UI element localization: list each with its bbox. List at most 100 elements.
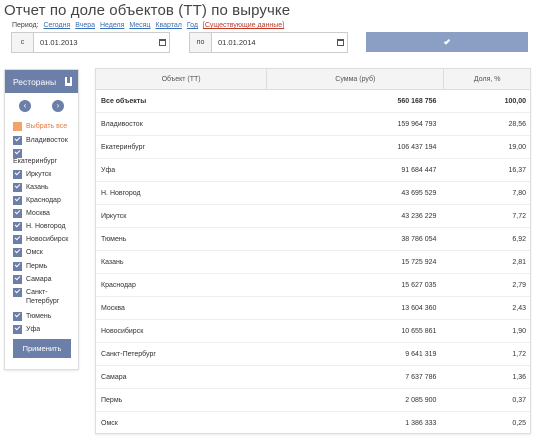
cell-sum: 15 725 924 <box>401 258 437 266</box>
cell-name: Владивосток <box>101 120 143 128</box>
date-to-prefix: по <box>190 33 212 52</box>
cell-sum: 13 604 360 <box>401 304 437 312</box>
cell-name: Н. Новгород <box>101 189 141 197</box>
report-table: Объект (ТТ) Сумма (руб) Доля, % Все объе… <box>95 68 531 434</box>
period-week-link[interactable]: Неделя <box>100 22 124 29</box>
restaurant-label: Самара <box>26 276 52 283</box>
period-yesterday-link[interactable]: Вчера <box>75 22 95 29</box>
apply-button[interactable]: Применить <box>13 339 71 358</box>
cell-share: 28,56 <box>508 120 526 128</box>
table-row: Омск 1 386 333 0,25 <box>96 412 530 433</box>
chevron-left-icon[interactable]: ‹ <box>19 100 31 112</box>
restaurant-item[interactable]: Новосибирск <box>13 235 68 244</box>
restaurant-item[interactable]: Н. Новгород <box>13 222 66 231</box>
restaurant-label: Иркутск <box>26 171 52 178</box>
checkbox[interactable] <box>13 122 22 131</box>
column-header-share[interactable]: Доля, % <box>444 69 530 89</box>
period-month-link[interactable]: Месяц <box>129 22 150 29</box>
table-header: Объект (ТТ) Сумма (руб) Доля, % <box>96 69 530 90</box>
check-icon <box>443 37 451 45</box>
checkbox[interactable] <box>13 196 22 205</box>
restaurant-item[interactable]: Казань <box>13 183 49 192</box>
cell-name: Омск <box>101 419 118 427</box>
cell-name: Казань <box>101 258 124 266</box>
date-to-field[interactable]: по 01.01.2014 <box>189 32 348 53</box>
table-row: Казань 15 725 924 2,81 <box>96 251 530 274</box>
table-row: Пермь 2 085 900 0,37 <box>96 389 530 412</box>
restaurant-label: Уфа <box>26 326 41 333</box>
cell-share: 2,43 <box>512 304 526 312</box>
cell-name: Тюмень <box>101 235 127 243</box>
cell-sum: 43 236 229 <box>401 212 437 220</box>
restaurant-label: Краснодар <box>26 197 61 204</box>
restaurants-panel: Рестораны ‹ › Выбрать все Владивосток Ек… <box>4 69 79 370</box>
cell-name: Пермь <box>101 396 123 404</box>
calendar-icon[interactable] <box>155 39 169 46</box>
checkbox[interactable] <box>13 136 22 145</box>
restaurant-item[interactable]: Омск <box>13 248 43 257</box>
restaurant-label: Н. Новгород <box>26 223 66 230</box>
checkbox[interactable] <box>13 262 22 271</box>
table-row: Самара 7 637 786 1,36 <box>96 366 530 389</box>
checkbox[interactable] <box>13 325 22 334</box>
table-row-total: Все объекты 560 168 756 100,00 <box>96 90 530 113</box>
cell-name: Все объекты <box>101 97 147 105</box>
restaurant-item[interactable]: Иркутск <box>13 170 51 179</box>
cell-name: Санкт-Петербург <box>101 350 156 358</box>
select-all-label: Выбрать все <box>26 123 68 130</box>
date-from-value[interactable]: 01.01.2013 <box>34 38 155 47</box>
restaurant-item[interactable]: Уфа <box>13 325 40 334</box>
restaurant-label: Новосибирск <box>26 236 69 243</box>
column-header-object[interactable]: Объект (ТТ) <box>96 69 268 89</box>
cell-sum: 7 637 786 <box>405 373 437 381</box>
date-to-value[interactable]: 01.01.2014 <box>212 38 333 47</box>
period-existing-data-link[interactable]: [Существующие данные] <box>203 22 284 29</box>
table-row: Москва 13 604 360 2,43 <box>96 297 530 320</box>
checkbox[interactable] <box>13 312 22 321</box>
table-row: Тюмень 38 786 054 6,92 <box>96 228 530 251</box>
checkbox[interactable] <box>13 183 22 192</box>
restaurant-item[interactable]: Краснодар <box>13 196 61 205</box>
checkbox[interactable] <box>13 275 22 284</box>
checkbox[interactable] <box>13 209 22 218</box>
cell-share: 1,72 <box>512 350 526 358</box>
select-all-checkbox[interactable]: Выбрать все <box>13 122 67 131</box>
restaurant-label: Тюмень <box>26 313 52 320</box>
calendar-icon[interactable] <box>333 39 347 46</box>
checkbox[interactable] <box>13 170 22 179</box>
cell-sum: 91 684 447 <box>401 166 437 174</box>
restaurant-item[interactable]: Пермь <box>13 262 47 271</box>
restaurant-item[interactable]: Тюмень <box>13 312 51 321</box>
cell-share: 2,79 <box>512 281 526 289</box>
restaurant-item[interactable]: Москва <box>13 209 50 218</box>
cell-name: Краснодар <box>101 281 136 289</box>
date-from-field[interactable]: с 01.01.2013 <box>11 32 170 53</box>
checkbox[interactable] <box>13 235 22 244</box>
restaurant-label: Санкт-Петербург <box>26 289 60 305</box>
checkbox[interactable] <box>13 248 22 257</box>
restaurant-item[interactable]: Санкт-Петербург <box>13 288 66 306</box>
column-header-sum[interactable]: Сумма (руб) <box>267 69 445 89</box>
date-from-prefix: с <box>12 33 34 52</box>
table-row: Екатеринбург 106 437 194 19,00 <box>96 136 530 159</box>
period-year-link[interactable]: Год <box>187 22 198 29</box>
restaurant-label: Пермь <box>26 263 48 270</box>
chevron-right-icon[interactable]: › <box>52 100 64 112</box>
restaurant-item[interactable]: Владивосток <box>13 136 68 145</box>
apply-period-button[interactable] <box>366 32 528 52</box>
restaurant-item[interactable] <box>13 149 26 158</box>
period-today-link[interactable]: Сегодня <box>43 22 70 29</box>
table-row: Новосибирск 10 655 861 1,90 <box>96 320 530 343</box>
cell-sum: 1 386 333 <box>405 419 437 427</box>
checkbox[interactable] <box>13 222 22 231</box>
table-row: Санкт-Петербург 9 641 319 1,72 <box>96 343 530 366</box>
cell-share: 16,37 <box>508 166 526 174</box>
restaurant-item[interactable]: Самара <box>13 275 52 284</box>
cell-sum: 106 437 194 <box>397 143 437 151</box>
checkbox[interactable] <box>13 288 22 297</box>
table-row: Н. Новгород 43 695 529 7,80 <box>96 182 530 205</box>
checkbox[interactable] <box>13 149 22 158</box>
period-quarter-link[interactable]: Квартал <box>155 22 181 29</box>
table-row: Краснодар 15 627 035 2,79 <box>96 274 530 297</box>
period-label: Период: <box>12 22 39 29</box>
